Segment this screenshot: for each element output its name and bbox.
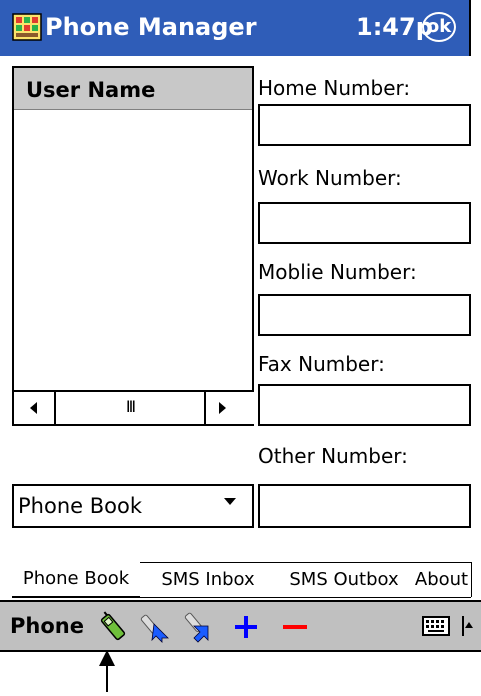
toolbar-label: Phone	[10, 614, 84, 638]
mobile-number-field[interactable]	[258, 294, 471, 336]
phone-icon[interactable]	[96, 610, 130, 644]
pointer-arrow-icon	[92, 650, 122, 692]
tab-about[interactable]: About	[412, 562, 472, 597]
sip-arrow-up-icon[interactable]	[462, 616, 474, 636]
title-bar: Phone Manager 1:47p ok	[0, 0, 471, 56]
dial-out-icon[interactable]	[138, 610, 172, 644]
command-bar: Phone	[0, 600, 481, 652]
home-number-label: Home Number:	[258, 76, 411, 100]
tab-sms-outbox[interactable]: SMS Outbox	[276, 562, 413, 597]
phone-manager-icon	[12, 11, 42, 43]
chevron-down-icon[interactable]	[224, 498, 236, 505]
remove-icon[interactable]	[278, 610, 312, 644]
fax-number-label: Fax Number:	[258, 352, 385, 376]
other-number-label: Other Number:	[258, 444, 408, 468]
keyboard-icon[interactable]	[422, 612, 450, 640]
scroll-right-button[interactable]	[204, 392, 254, 424]
tab-bar: Phone Book SMS Inbox SMS Outbox About	[12, 562, 472, 598]
ok-button[interactable]: ok	[422, 12, 456, 42]
home-number-field[interactable]	[258, 104, 471, 146]
scroll-thumb[interactable]: III	[56, 392, 204, 424]
app-title: Phone Manager	[45, 13, 257, 41]
fax-number-field[interactable]	[258, 384, 471, 426]
arrow-left-icon	[30, 402, 37, 414]
horizontal-scrollbar[interactable]: III	[14, 390, 254, 424]
mobile-number-label: Moblie Number:	[258, 260, 417, 284]
tab-phone-book[interactable]: Phone Book	[12, 562, 141, 596]
user-name-list[interactable]: User Name III	[12, 66, 254, 426]
arrow-right-icon	[219, 402, 226, 414]
dial-in-icon[interactable]	[180, 610, 214, 644]
other-number-field[interactable]	[258, 484, 471, 528]
work-number-field[interactable]	[258, 202, 471, 244]
tab-sms-inbox[interactable]: SMS Inbox	[140, 562, 277, 597]
dropdown-selected-value: Phone Book	[18, 494, 142, 518]
scroll-left-button[interactable]	[14, 392, 56, 424]
phone-book-dropdown[interactable]: Phone Book	[12, 484, 254, 528]
work-number-label: Work Number:	[258, 166, 402, 190]
add-icon[interactable]	[230, 610, 264, 644]
list-header-user-name[interactable]: User Name	[14, 68, 252, 110]
